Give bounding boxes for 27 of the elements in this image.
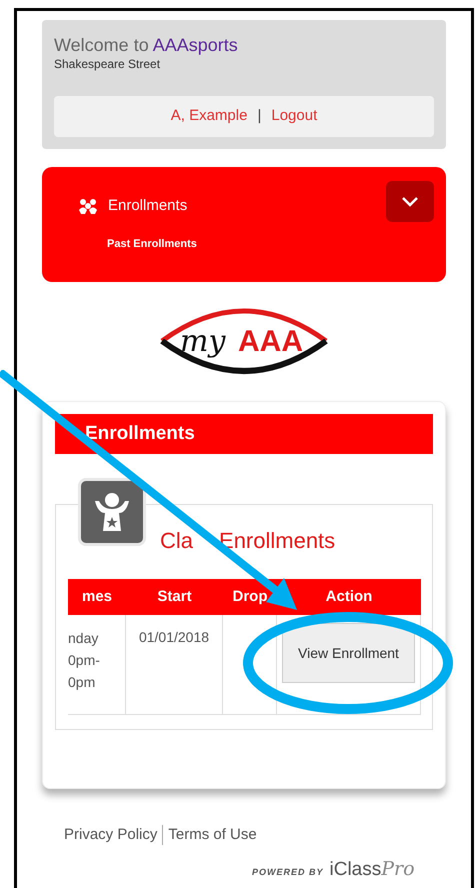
welcome-title: Welcome to AAAsports [54, 34, 239, 56]
menu-title[interactable]: Enrollments [108, 195, 188, 218]
terms-link[interactable]: Terms of Use [163, 824, 257, 846]
view-enrollment-button[interactable]: View Enrollment [282, 623, 415, 683]
heading-text: Enrollments [219, 527, 336, 555]
column-header: Start [156, 586, 193, 607]
location-text: Shakespeare Street [54, 56, 162, 72]
heading-text: Cla [160, 527, 194, 555]
chevron-icon [401, 196, 419, 208]
section-title: Enrollments [85, 422, 195, 446]
time-text: 0pm [68, 673, 96, 692]
column-header: mes [80, 586, 114, 607]
time-text: nday [68, 629, 100, 648]
time-text: 0pm- [68, 651, 101, 670]
column-header: Drop [232, 586, 268, 607]
expand-button[interactable] [386, 181, 434, 222]
logo: my AAA [158, 301, 330, 383]
menu-item[interactable]: Past Enrollments [107, 236, 410, 252]
vendor-logo: iClassPro [330, 858, 415, 880]
start-date: 01/01/2018 [138, 629, 210, 645]
column-header: Action [324, 586, 374, 607]
people-icon [78, 198, 98, 214]
separator-text: | [257, 106, 262, 126]
powered-by-text: POWERED BY [252, 866, 324, 879]
privacy-link[interactable]: Privacy Policy [64, 824, 162, 846]
logout-link[interactable]: Logout [271, 105, 318, 128]
user-link[interactable]: A, Example [170, 105, 248, 128]
